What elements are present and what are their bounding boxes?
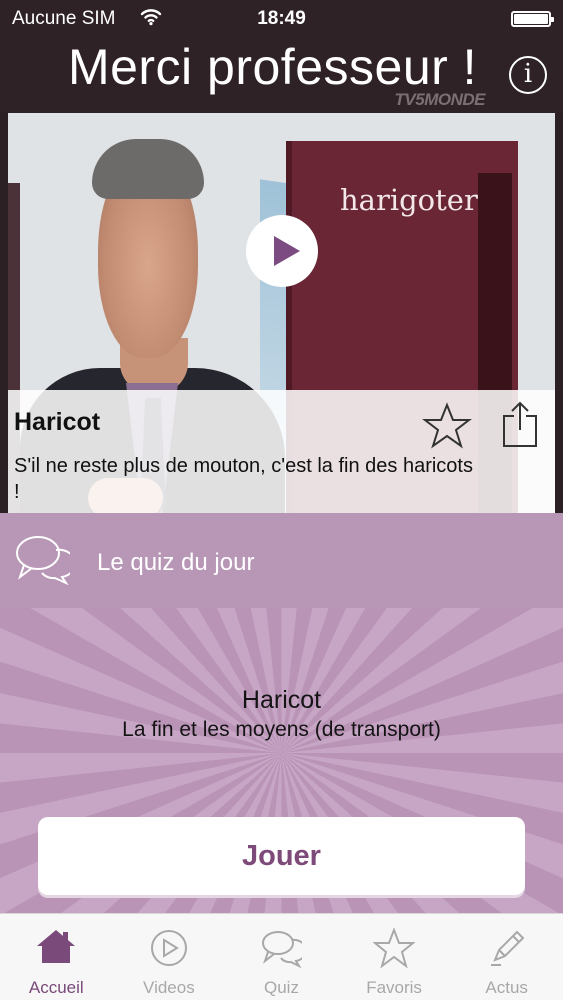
video-player[interactable]: harigoter Haricot S'il ne reste plus de … [8, 113, 555, 513]
favorite-button[interactable] [422, 402, 472, 450]
video-word: harigoter [340, 183, 478, 217]
star-icon [422, 402, 472, 449]
tab-label: Quiz [264, 978, 299, 997]
star-icon [373, 928, 416, 968]
video-description: S'il ne reste plus de mouton, c'est la f… [14, 455, 473, 503]
share-icon [503, 401, 537, 447]
quiz-subtitle: La fin et les moyens (de transport) [122, 718, 441, 741]
play-button[interactable] [246, 215, 318, 287]
battery-icon [511, 11, 554, 27]
speech-bubbles-icon [262, 931, 303, 968]
tab-label: Videos [143, 978, 195, 997]
info-button[interactable]: i [509, 56, 547, 94]
share-button[interactable] [500, 400, 540, 448]
page-title: Merci professeur ! [67, 39, 478, 95]
clock: 18:49 [257, 8, 306, 29]
tab-label: Actus [485, 978, 528, 997]
tab-accueil[interactable]: Accueil [0, 914, 113, 1000]
video-title: Haricot [14, 408, 101, 436]
tab-label: Favoris [366, 978, 422, 997]
app-header: Merci professeur ! TV5MONDE i [0, 38, 563, 113]
video-caption: Haricot S'il ne reste plus de mouton, c'… [8, 390, 555, 513]
presenter-hair [92, 139, 204, 199]
speech-bubbles-icon [16, 536, 70, 585]
tab-quiz[interactable]: Quiz [225, 914, 338, 1000]
play-circle-icon [150, 930, 187, 966]
tab-bar: Accueil Videos Quiz Favoris Actus [0, 913, 563, 1000]
tab-label: Accueil [28, 978, 84, 997]
quiz-header-bar[interactable]: Le quiz du jour [0, 513, 563, 608]
quiz-section: Le quiz du jour Haricot La fin et les mo… [0, 513, 563, 913]
tab-videos[interactable]: Videos [113, 914, 226, 1000]
quiz-bar-label: Le quiz du jour [97, 549, 255, 576]
status-bar: Aucune SIM 18:49 [0, 0, 563, 38]
play-quiz-button[interactable]: Jouer [38, 817, 525, 895]
tab-favoris[interactable]: Favoris [338, 914, 451, 1000]
quiz-title: Haricot [241, 686, 322, 714]
brand-logo: TV5MONDE [394, 90, 486, 109]
home-icon [37, 930, 76, 963]
tab-actus[interactable]: Actus [450, 914, 563, 1000]
pencil-icon [490, 930, 525, 966]
